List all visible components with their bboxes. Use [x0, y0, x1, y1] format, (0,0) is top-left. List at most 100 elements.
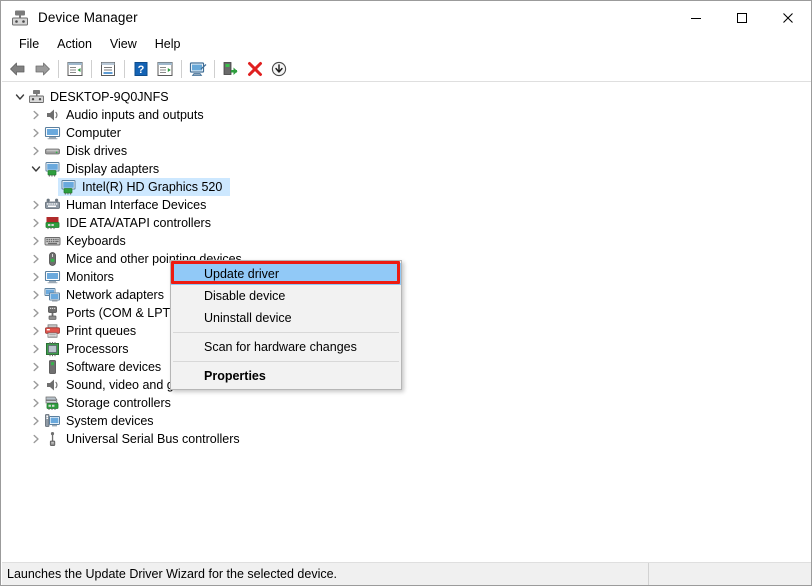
tree-item-print-queues[interactable]: Print queues [2, 322, 811, 340]
minimize-button[interactable] [673, 1, 719, 34]
chevron-right-icon[interactable] [28, 287, 44, 303]
menu-action[interactable]: Action [48, 35, 101, 55]
system-device-icon [44, 413, 61, 429]
speaker-icon [44, 107, 61, 123]
tree-item-root[interactable]: DESKTOP-9Q0JNFS [2, 88, 811, 106]
tree-item-universal-serial-bus-controllers[interactable]: Universal Serial Bus controllers [2, 430, 811, 448]
tree-item-system-devices[interactable]: System devices [2, 412, 811, 430]
menu-bar: File Action View Help [2, 34, 811, 56]
tree-item-label: Computer [66, 126, 121, 140]
device-manager-window: Device Manager File Action View Help ? D… [0, 0, 812, 586]
view-details-icon[interactable] [153, 57, 177, 80]
tree-item-keyboards[interactable]: Keyboards [2, 232, 811, 250]
tree-item-processors[interactable]: Processors [2, 340, 811, 358]
chevron-right-icon[interactable] [28, 359, 44, 375]
chevron-down-icon[interactable] [28, 161, 44, 177]
chevron-right-icon[interactable] [28, 215, 44, 231]
tree-item-label: Human Interface Devices [66, 198, 207, 212]
chevron-right-icon[interactable] [28, 305, 44, 321]
properties-icon[interactable] [96, 57, 120, 80]
title-bar[interactable]: Device Manager [1, 1, 811, 34]
context-menu-item-uninstall-device[interactable]: Uninstall device [171, 307, 401, 329]
chevron-right-icon[interactable] [28, 233, 44, 249]
display-adapter-icon [60, 179, 77, 195]
chevron-down-icon[interactable] [12, 89, 28, 105]
chevron-right-icon[interactable] [28, 377, 44, 393]
chevron-right-icon[interactable] [28, 269, 44, 285]
tree-item-human-interface-devices[interactable]: Human Interface Devices [2, 196, 811, 214]
svg-text:?: ? [138, 64, 145, 76]
tree-item-mice-and-other-pointing-devices[interactable]: Mice and other pointing devices [2, 250, 811, 268]
tree-item-label: Storage controllers [66, 396, 171, 410]
tree-item-ide-ata-atapi-controllers[interactable]: IDE ATA/ATAPI controllers [2, 214, 811, 232]
tree-item-label: Audio inputs and outputs [66, 108, 204, 122]
update-driver-icon[interactable] [219, 57, 243, 80]
menu-file[interactable]: File [10, 35, 48, 55]
menu-help[interactable]: Help [146, 35, 190, 55]
context-menu-item-label: Scan for hardware changes [204, 340, 357, 354]
maximize-button[interactable] [719, 1, 765, 34]
scan-for-hardware-changes-icon[interactable] [186, 57, 210, 80]
tree-item-computer[interactable]: Computer [2, 124, 811, 142]
tree-item-audio-inputs-and-outputs[interactable]: Audio inputs and outputs [2, 106, 811, 124]
chevron-right-icon[interactable] [28, 395, 44, 411]
tree-item-label: Print queues [66, 324, 137, 338]
speaker-icon [44, 377, 61, 393]
context-menu-item-update-driver[interactable]: Update driver [171, 263, 401, 285]
chevron-right-icon[interactable] [28, 341, 44, 357]
tree-item-display-adapters[interactable]: Display adapters [2, 160, 811, 178]
disk-drive-icon [44, 143, 61, 159]
uninstall-device-icon[interactable] [243, 57, 267, 80]
chevron-right-icon[interactable] [28, 413, 44, 429]
context-menu-item-label: Properties [204, 369, 266, 383]
tree-item-storage-controllers[interactable]: Storage controllers [2, 394, 811, 412]
close-button[interactable] [765, 1, 811, 34]
toolbar-separator [124, 59, 125, 78]
context-menu: Update driver Disable device Uninstall d… [170, 260, 402, 390]
tree-item-network-adapters[interactable]: Network adapters [2, 286, 811, 304]
menu-view[interactable]: View [101, 35, 146, 55]
toolbar: ? [2, 56, 811, 82]
context-menu-item-properties[interactable]: Properties [171, 365, 401, 387]
disable-device-icon[interactable] [267, 57, 291, 80]
toolbar-separator [214, 59, 215, 78]
software-device-icon [44, 359, 61, 375]
status-bar-cell [648, 563, 811, 585]
context-menu-item-label: Update driver [204, 267, 280, 281]
back-arrow-icon[interactable] [6, 57, 30, 80]
tree-item-label: Network adapters [66, 288, 164, 302]
tree-item-intel-hd-graphics[interactable]: Intel(R) HD Graphics 520 [2, 178, 811, 196]
context-menu-item-label: Uninstall device [204, 311, 292, 325]
show-hide-console-tree-icon[interactable] [63, 57, 87, 80]
tree-item-disk-drives[interactable]: Disk drives [2, 142, 811, 160]
context-menu-separator [173, 361, 399, 362]
status-bar-text: Launches the Update Driver Wizard for th… [7, 567, 338, 581]
tree-item-label: Disk drives [66, 144, 128, 158]
chevron-right-icon[interactable] [28, 431, 44, 447]
tree-item-label: System devices [66, 414, 154, 428]
hid-icon [44, 197, 61, 213]
device-tree: DESKTOP-9Q0JNFS Audio inputs and outputs [2, 88, 811, 448]
chevron-right-icon[interactable] [28, 251, 44, 267]
chevron-right-icon[interactable] [28, 107, 44, 123]
tree-item-ports-com-and-lpt[interactable]: Ports (COM & LPT) [2, 304, 811, 322]
toolbar-separator [91, 59, 92, 78]
chevron-right-icon[interactable] [28, 323, 44, 339]
help-icon[interactable]: ? [129, 57, 153, 80]
device-tree-panel[interactable]: DESKTOP-9Q0JNFS Audio inputs and outputs [2, 83, 811, 555]
chevron-right-icon[interactable] [28, 197, 44, 213]
tree-item-label: Software devices [66, 360, 162, 374]
tree-item-monitors[interactable]: Monitors [2, 268, 811, 286]
mouse-icon [44, 251, 61, 267]
tree-item-software-devices[interactable]: Software devices [2, 358, 811, 376]
context-menu-item-disable-device[interactable]: Disable device [171, 285, 401, 307]
forward-arrow-icon[interactable] [30, 57, 54, 80]
tree-item-sound-video-and-game-controllers[interactable]: Sound, video and game controllers [2, 376, 811, 394]
context-menu-item-scan-for-hardware-changes[interactable]: Scan for hardware changes [171, 336, 401, 358]
storage-controller-icon [44, 395, 61, 411]
chevron-right-icon[interactable] [28, 143, 44, 159]
context-menu-separator [173, 332, 399, 333]
tree-item-label: Processors [66, 342, 129, 356]
tree-item-label: Universal Serial Bus controllers [66, 432, 240, 446]
chevron-right-icon[interactable] [28, 125, 44, 141]
